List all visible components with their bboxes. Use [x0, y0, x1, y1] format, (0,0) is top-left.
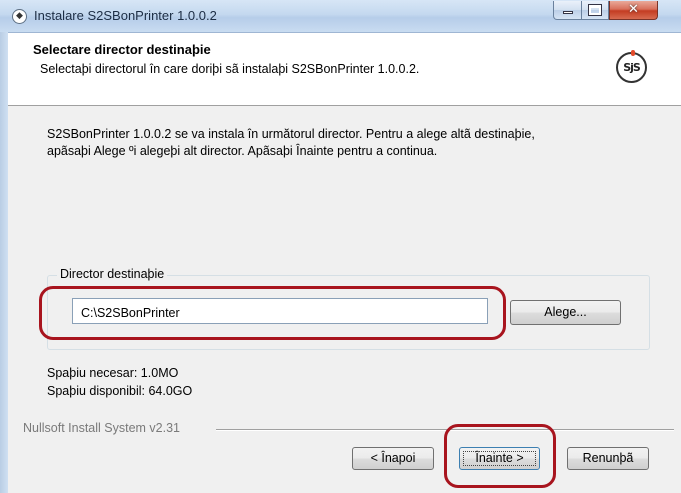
- back-button[interactable]: < Înapoi: [352, 447, 434, 470]
- minimize-button[interactable]: [553, 1, 582, 20]
- close-button[interactable]: ✕: [609, 1, 658, 20]
- next-button[interactable]: Înainte >: [459, 447, 540, 470]
- maximize-icon: [588, 4, 602, 16]
- intro-text: S2SBonPrinter 1.0.0.2 se va instala în u…: [47, 126, 667, 160]
- minimize-icon: [563, 11, 573, 14]
- intro-line-1: S2SBonPrinter 1.0.0.2 se va instala în u…: [47, 127, 535, 141]
- space-available: Spaþiu disponibil: 64.0GO: [47, 384, 193, 398]
- brand-text: Nullsoft Install System v2.31: [23, 421, 181, 435]
- logo-dot: [631, 50, 635, 56]
- logo-text: SjS: [623, 61, 641, 74]
- page-subtitle: Selectaþi directorul în care doriþi sã i…: [40, 62, 420, 76]
- window-title: Instalare S2SBonPrinter 1.0.0.2: [34, 8, 217, 23]
- page-header: Selectare director destinaþie Selectaþi …: [8, 33, 681, 106]
- footer-divider: [216, 429, 674, 431]
- space-required: Spaþiu necesar: 1.0MO: [47, 366, 179, 380]
- close-icon: ✕: [628, 2, 639, 17]
- company-logo-icon: SjS: [616, 50, 647, 83]
- cancel-button[interactable]: Renunþã: [567, 447, 649, 470]
- app-icon: ◆: [12, 9, 27, 24]
- window-frame-left: [0, 32, 8, 493]
- installer-window: ◆ Instalare S2SBonPrinter 1.0.0.2 ✕ Sele…: [0, 0, 681, 493]
- title-bar[interactable]: ◆ Instalare S2SBonPrinter 1.0.0.2 ✕: [0, 0, 681, 33]
- destination-legend: Director destinaþie: [57, 267, 168, 281]
- page-title: Selectare director destinaþie: [33, 42, 211, 57]
- focus-ring: [463, 451, 536, 466]
- maximize-button[interactable]: [582, 1, 609, 20]
- intro-line-2: apãsaþi Alege ºi alegeþi alt director. A…: [47, 144, 438, 158]
- destination-path-input[interactable]: [72, 298, 488, 324]
- browse-button[interactable]: Alege...: [510, 300, 621, 325]
